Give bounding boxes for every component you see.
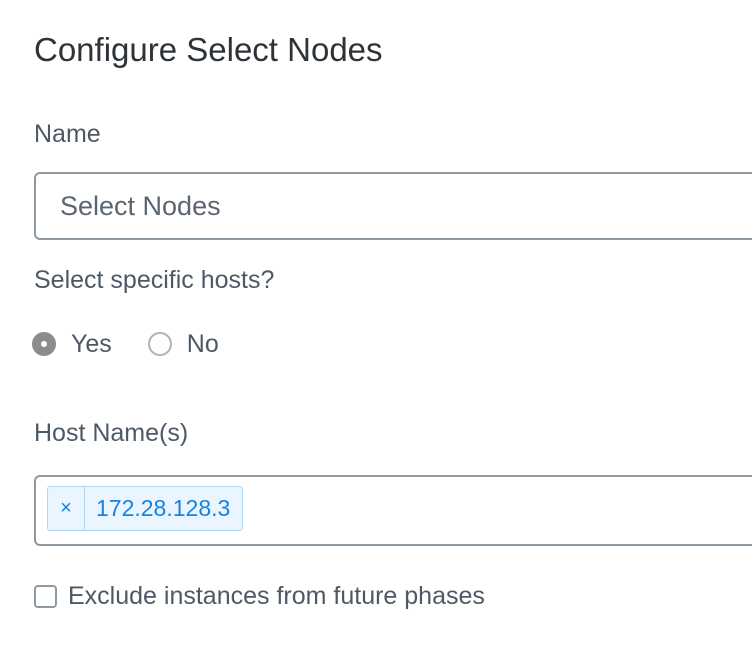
- host-names-input[interactable]: × 172.28.128.3: [34, 475, 752, 546]
- radio-button-no[interactable]: [147, 332, 172, 356]
- dialog-title: Configure Select Nodes: [34, 31, 383, 68]
- radio-button-yes[interactable]: [32, 332, 56, 356]
- radio-label-no: No: [186, 330, 219, 358]
- host-tag: × 172.28.128.3: [47, 486, 244, 531]
- name-input[interactable]: [34, 172, 752, 240]
- radio-option-yes[interactable]: Yes: [32, 329, 112, 359]
- select-hosts-label: Select specific hosts?: [34, 266, 275, 294]
- select-hosts-radio-group: Yes No: [32, 326, 219, 362]
- name-label: Name: [34, 120, 101, 148]
- exclude-instances-checkbox[interactable]: [34, 584, 57, 608]
- host-tag-value: 172.28.128.3: [96, 495, 231, 521]
- exclude-instances-option[interactable]: Exclude instances from future phases: [34, 580, 485, 612]
- exclude-instances-label: Exclude instances from future phases: [68, 582, 485, 610]
- close-icon[interactable]: ×: [48, 487, 85, 530]
- radio-label-yes: Yes: [71, 330, 112, 358]
- radio-option-no[interactable]: No: [147, 329, 219, 359]
- host-names-label: Host Name(s): [34, 419, 189, 447]
